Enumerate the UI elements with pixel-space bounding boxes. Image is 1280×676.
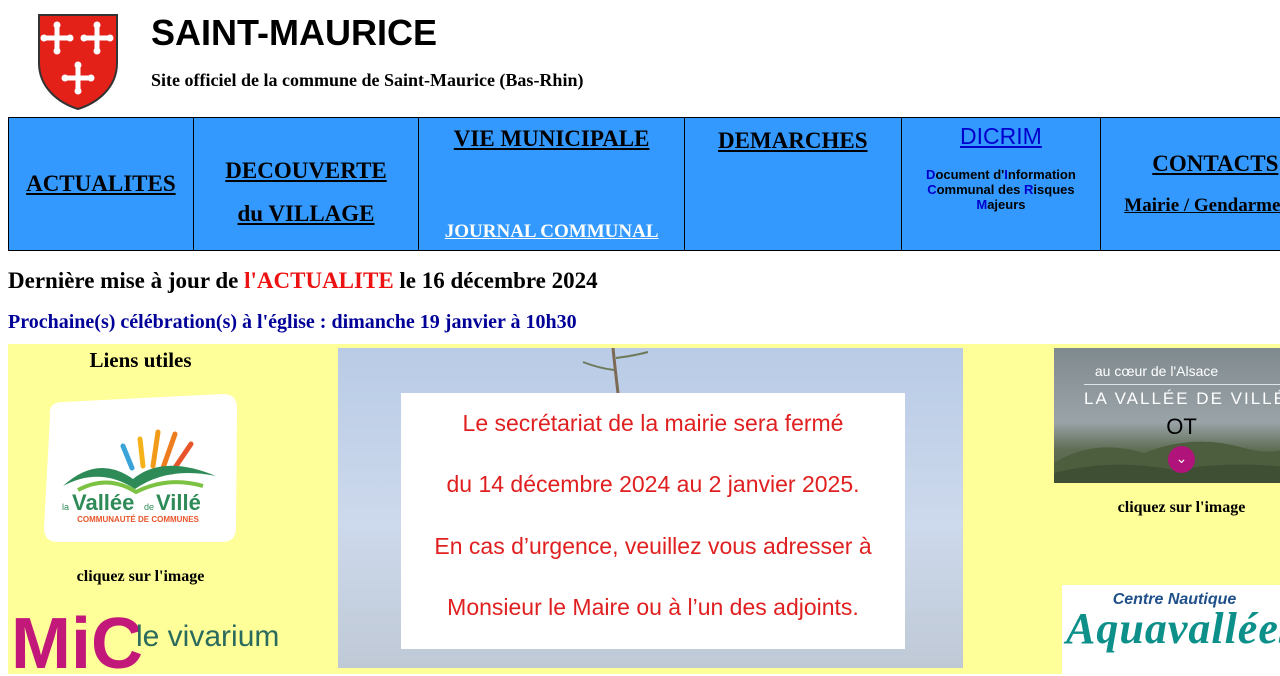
notice-line-1: Le secrétariat de la mairie sera fermé — [462, 410, 844, 436]
nav-link-village[interactable]: du VILLAGE — [194, 192, 419, 235]
logo-text-de: de — [144, 502, 154, 512]
mairie-closure-notice-image: Le secrétariat de la mairie sera fermé d… — [338, 348, 963, 668]
update-suffix: le 16 décembre 2024 — [393, 268, 598, 293]
office-tourisme-banner-link[interactable]: au cœur de l'Alsace LA VALLÉE DE VILLÉ O… — [1054, 348, 1280, 483]
logo-text-vallee: Vallée — [72, 490, 134, 515]
nav-link-demarches[interactable]: DEMARCHES — [685, 128, 901, 154]
dicrim-text: ajeurs — [987, 197, 1026, 212]
dicrim-letter: R — [1024, 182, 1034, 197]
vallee-de-ville-logo-link[interactable]: la Vallée de Villé COMMUNAUTÉ DE COMMUNE… — [38, 394, 238, 544]
notice-line-4: Monsieur le Maire ou à l’un des adjoints… — [447, 594, 859, 620]
dicrim-letter: M — [976, 197, 988, 212]
dicrim-letter: C — [927, 182, 937, 197]
nav-cell-demarches: DEMARCHES — [685, 118, 902, 250]
nav-cell-dicrim: DICRIM Document d'Information Communal d… — [902, 118, 1102, 250]
notice-line-2: du 14 décembre 2024 au 2 janvier 2025. — [446, 471, 860, 497]
notice-text-box: Le secrétariat de la mairie sera fermé d… — [401, 393, 905, 649]
nav-cell-vie-municipale: VIE MUNICIPALE JOURNAL COMMUNAL — [419, 118, 685, 250]
click-image-label: cliquez sur l'image — [76, 568, 205, 585]
ot-label: OT — [1166, 414, 1197, 439]
dicrim-description: Document d'Information Communal des Risq… — [912, 167, 1091, 212]
notice-line-3: En cas d’urgence, veuillez vous adresser… — [434, 533, 872, 559]
ot-tagline: au cœur de l'Alsace — [1094, 363, 1219, 379]
aqua-name-text: Aquavallées — [1066, 604, 1280, 653]
branch-decoration — [582, 348, 649, 393]
coat-of-arms-logo — [38, 14, 118, 111]
logo-text-communaute: COMMUNAUTÉ DE COMMUNES — [77, 515, 199, 524]
last-update-line: Dernière mise à jour de l'ACTUALITE le 1… — [8, 268, 598, 294]
useful-links-column: Liens utiles la Vallée de Villé COMMUNAU… — [8, 344, 338, 676]
click-image-label-right: cliquez sur l'image — [1117, 499, 1246, 516]
dicrim-text: ocument d' — [935, 167, 1005, 182]
site-subtitle: Site officiel de la commune de Saint-Mau… — [151, 70, 584, 90]
logo-text-la: la — [62, 502, 69, 512]
main-navigation: ACTUALITES DECOUVERTE du VILLAGE VIE MUN… — [8, 117, 1280, 251]
update-accent: l'ACTUALITE — [244, 268, 394, 293]
ot-title: LA VALLÉE DE VILLÉ — [1084, 389, 1280, 408]
dicrim-text: nformation — [1007, 167, 1076, 182]
nav-link-decouverte[interactable]: DECOUVERTE — [194, 149, 419, 192]
nav-link-dicrim[interactable]: DICRIM — [902, 123, 1101, 150]
mic-vivarium-logo-link[interactable]: MiC le vivarium — [11, 596, 281, 676]
logo-text-ville: Villé — [156, 490, 201, 515]
vivarium-text: le vivarium — [136, 620, 279, 653]
nav-cell-actualites: ACTUALITES — [9, 118, 194, 250]
aquavallees-logo-link[interactable]: Centre Nautique Aquavallées — [1062, 585, 1280, 675]
next-celebration: Prochaine(s) célébration(s) à l'église :… — [8, 311, 577, 333]
nav-link-actualites[interactable]: ACTUALITES — [26, 171, 176, 197]
chevron-down-icon[interactable]: ⌄ — [1168, 446, 1195, 473]
update-prefix: Dernière mise à jour de — [8, 268, 245, 293]
nav-link-contacts[interactable]: CONTACTS — [1152, 151, 1278, 177]
nav-link-journal-communal[interactable]: JOURNAL COMMUNAL — [419, 221, 684, 243]
nav-cell-contacts: CONTACTS Mairie / Gendarmerie — [1101, 118, 1280, 250]
dicrim-text: isques — [1033, 182, 1075, 197]
content-area: Liens utiles la Vallée de Villé COMMUNAU… — [8, 344, 1280, 676]
nav-link-mairie-gendarmerie[interactable]: Mairie / Gendarmerie — [1124, 195, 1280, 217]
dicrim-text: ommunal des — [936, 182, 1025, 197]
mic-text: MiC — [11, 604, 143, 676]
nav-cell-decouverte: DECOUVERTE du VILLAGE — [194, 118, 420, 250]
site-title: SAINT-MAURICE — [151, 12, 437, 53]
useful-links-title: Liens utiles — [89, 348, 192, 372]
ot-divider — [1084, 384, 1280, 385]
nav-link-vie-municipale[interactable]: VIE MUNICIPALE — [419, 126, 684, 152]
